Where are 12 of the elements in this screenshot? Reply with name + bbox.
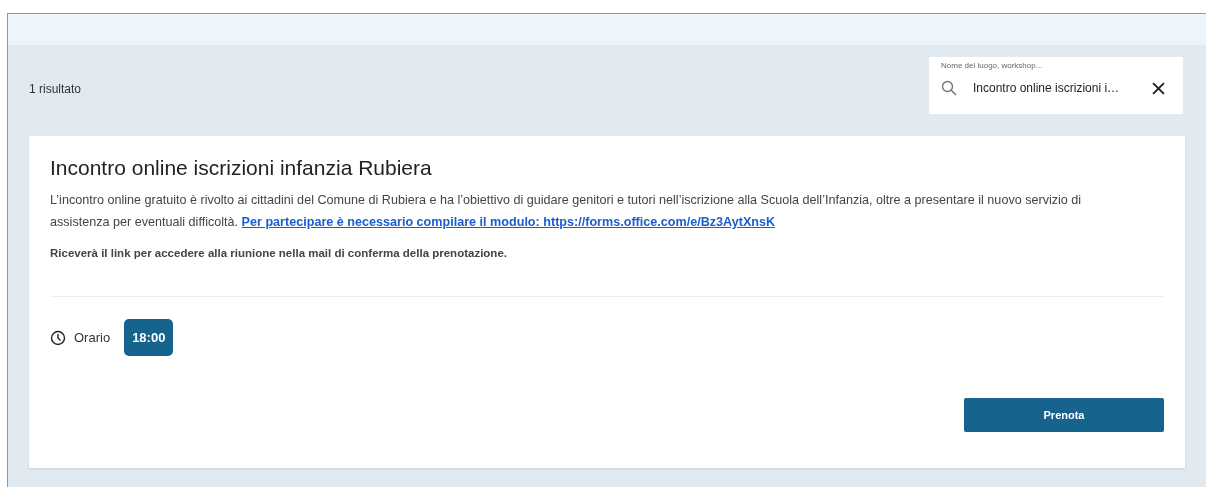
close-icon[interactable] — [1152, 81, 1165, 95]
clock-icon — [50, 329, 66, 346]
time-slot[interactable]: 18:00 — [124, 319, 174, 356]
book-button[interactable]: Prenota — [964, 398, 1164, 432]
event-note: Riceverà il link per accedere alla riunione nella mail di conferma della prenotazione. — [50, 247, 508, 259]
search-field[interactable]: Nome del luogo, workshop... Incontro online iscrizioni i… — [929, 57, 1183, 114]
event-description: L’incontro online gratuito è rivolto ai cittadini del Comune di Rubiera e ha l’obiettivo di guidare genitori e tutori nell’iscrizione alla Scuola dell’Infanzia, oltre a presentare il nuovo servizio di assistenza per eventuali difficoltà. Per partecipare è necessario compilare il modulo: https://forms.office.com/e/Bz3AytXnsK — [50, 192, 1083, 231]
event-title: Incontro online iscrizioni infanzia Rubiera — [50, 156, 433, 180]
results-count: 1 risultato — [29, 82, 82, 96]
time-label: Orario — [74, 330, 111, 345]
form-link[interactable]: Per partecipare è necessario compilare il modulo: https://forms.office.com/e/Bz3AytXnsK — [241, 215, 776, 229]
search-icon — [941, 80, 957, 96]
